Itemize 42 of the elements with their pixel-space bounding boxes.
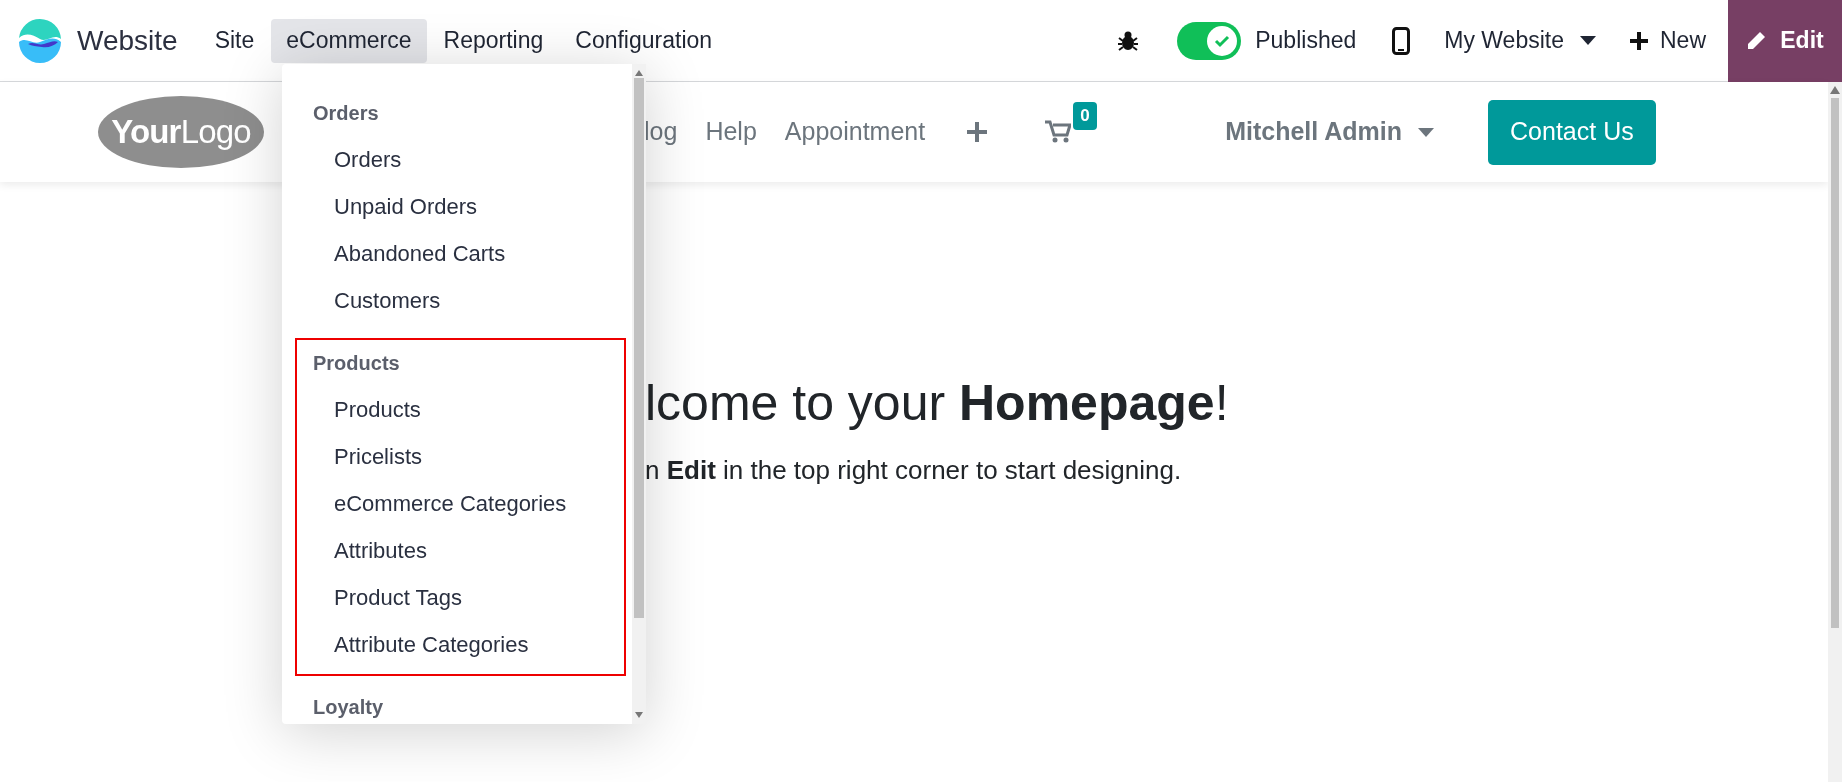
nav-link[interactable]: Help	[705, 113, 757, 151]
website-selector[interactable]: My Website	[1444, 23, 1596, 58]
dropdown-item[interactable]: Customers	[297, 277, 624, 324]
published-label: Published	[1255, 26, 1357, 56]
caret-icon	[1580, 36, 1596, 45]
dropdown-item[interactable]: Attribute Categories	[297, 621, 624, 668]
menu-tab[interactable]: Reporting	[428, 18, 559, 63]
dropdown-item[interactable]: Pricelists	[297, 433, 624, 480]
plus-icon	[1630, 31, 1648, 50]
user-menu[interactable]: Mitchell Admin	[1225, 113, 1435, 151]
edit-button[interactable]: Edit	[1728, 0, 1842, 82]
dropdown-item[interactable]: Product Tags	[297, 574, 624, 621]
dropdown-item[interactable]: Unpaid Orders	[297, 183, 624, 230]
dropdown-item[interactable]: Attributes	[297, 527, 624, 574]
scroll-up-icon[interactable]	[635, 70, 643, 76]
dropdown-item[interactable]: Products	[297, 386, 624, 433]
app-logo-icon[interactable]	[18, 17, 62, 64]
plus-icon[interactable]	[967, 122, 988, 142]
app-name: Website	[77, 23, 178, 58]
homepage-heading: lcome to your Homepage!	[645, 376, 1230, 431]
menu-section-heading: Loyalty	[312, 695, 385, 720]
nav-link[interactable]: Appointment	[784, 113, 926, 151]
dropdown-item[interactable]: eCommerce Categories	[297, 480, 624, 527]
menu-section-heading: Products	[312, 351, 401, 376]
scroll-down-icon[interactable]	[635, 712, 643, 718]
menu-tab[interactable]: eCommerce	[271, 18, 427, 63]
bug-icon[interactable]	[1117, 29, 1140, 52]
cart-count-badge: 0	[1073, 102, 1097, 130]
scroll-up-icon[interactable]	[1830, 86, 1840, 94]
menu-tab[interactable]: Site	[199, 18, 270, 63]
menu-section-heading: Orders	[312, 101, 380, 126]
mobile-phone-icon[interactable]	[1392, 26, 1411, 55]
menu-tab[interactable]: Configuration	[560, 18, 728, 63]
published-toggle[interactable]	[1177, 21, 1242, 60]
nav-link[interactable]: log	[644, 113, 678, 151]
new-button[interactable]: New	[1630, 23, 1706, 58]
dropdown-item[interactable]: Abandoned Carts	[297, 230, 624, 277]
caret-icon	[1418, 127, 1435, 137]
pencil-icon	[1746, 30, 1767, 51]
homepage-subtitle: n Edit in the top right corner to start designing.	[645, 454, 1183, 487]
dropdown-item[interactable]: Orders	[297, 136, 624, 183]
cart-icon[interactable]	[1045, 120, 1072, 144]
